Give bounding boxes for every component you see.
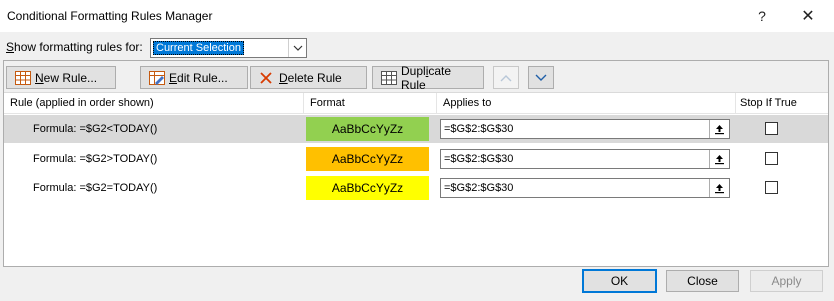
range-select-icon[interactable] <box>709 179 729 197</box>
range-select-icon[interactable] <box>709 150 729 168</box>
applies-to-field[interactable]: =$G$2:$G$30 <box>440 149 730 169</box>
new-rule-icon <box>15 70 31 85</box>
stop-if-true-checkbox[interactable] <box>765 152 778 165</box>
format-preview: AaBbCcYyZz <box>306 117 429 141</box>
duplicate-rule-button[interactable]: Duplicate Rule <box>372 64 484 92</box>
help-button[interactable]: ? <box>742 0 782 32</box>
rule-formula: Formula: =$G2=TODAY() <box>33 182 158 194</box>
rules-toolbar: New Rule... Edit Rule... Delete Rule Dup… <box>4 61 828 93</box>
column-rule: Rule (applied in order shown) <box>10 97 154 109</box>
column-stop-if-true: Stop If True <box>740 97 797 109</box>
move-up-button[interactable] <box>493 66 519 89</box>
rules-column-header: Rule (applied in order shown) Format App… <box>4 93 828 114</box>
applies-to-field[interactable]: =$G$2:$G$30 <box>440 119 730 139</box>
new-rule-button[interactable]: New Rule... <box>6 66 116 89</box>
title-bar: Conditional Formatting Rules Manager ? ✕ <box>0 0 834 32</box>
stop-if-true-checkbox[interactable] <box>765 181 778 194</box>
edit-rule-button[interactable]: Edit Rule... <box>140 66 248 89</box>
chevron-down-icon[interactable] <box>288 39 306 57</box>
chevron-up-icon <box>500 71 512 85</box>
chevron-down-icon <box>535 71 547 85</box>
format-preview: AaBbCcYyZz <box>306 147 429 171</box>
edit-rule-icon <box>149 70 165 85</box>
ok-button[interactable]: OK <box>582 269 657 293</box>
format-preview: AaBbCcYyZz <box>306 176 429 200</box>
column-applies-to: Applies to <box>443 97 492 109</box>
rule-formula: Formula: =$G2<TODAY() <box>33 123 158 135</box>
delete-rule-button[interactable]: Delete Rule <box>250 66 367 89</box>
delete-x-icon <box>259 71 275 85</box>
rule-row[interactable]: Formula: =$G2<TODAY() AaBbCcYyZz =$G$2:$… <box>4 115 828 143</box>
show-rules-select[interactable]: Current Selection <box>150 38 307 58</box>
rule-formula: Formula: =$G2>TODAY() <box>33 153 158 165</box>
close-button[interactable]: Close <box>666 270 739 292</box>
rules-panel: New Rule... Edit Rule... Delete Rule Dup… <box>3 60 829 267</box>
duplicate-rule-icon <box>381 70 397 85</box>
rule-row[interactable]: Formula: =$G2=TODAY() AaBbCcYyZz =$G$2:$… <box>4 174 828 202</box>
applies-to-field[interactable]: =$G$2:$G$30 <box>440 178 730 198</box>
move-down-button[interactable] <box>528 66 554 89</box>
show-rules-selected-value: Current Selection <box>153 41 244 55</box>
stop-if-true-checkbox[interactable] <box>765 122 778 135</box>
window-title: Conditional Formatting Rules Manager <box>7 9 213 23</box>
close-window-button[interactable]: ✕ <box>788 0 828 32</box>
apply-button[interactable]: Apply <box>750 270 823 292</box>
column-format: Format <box>310 97 345 109</box>
rule-row[interactable]: Formula: =$G2>TODAY() AaBbCcYyZz =$G$2:$… <box>4 145 828 173</box>
show-rules-label: Show formatting rules for: <box>6 40 143 54</box>
range-select-icon[interactable] <box>709 120 729 138</box>
